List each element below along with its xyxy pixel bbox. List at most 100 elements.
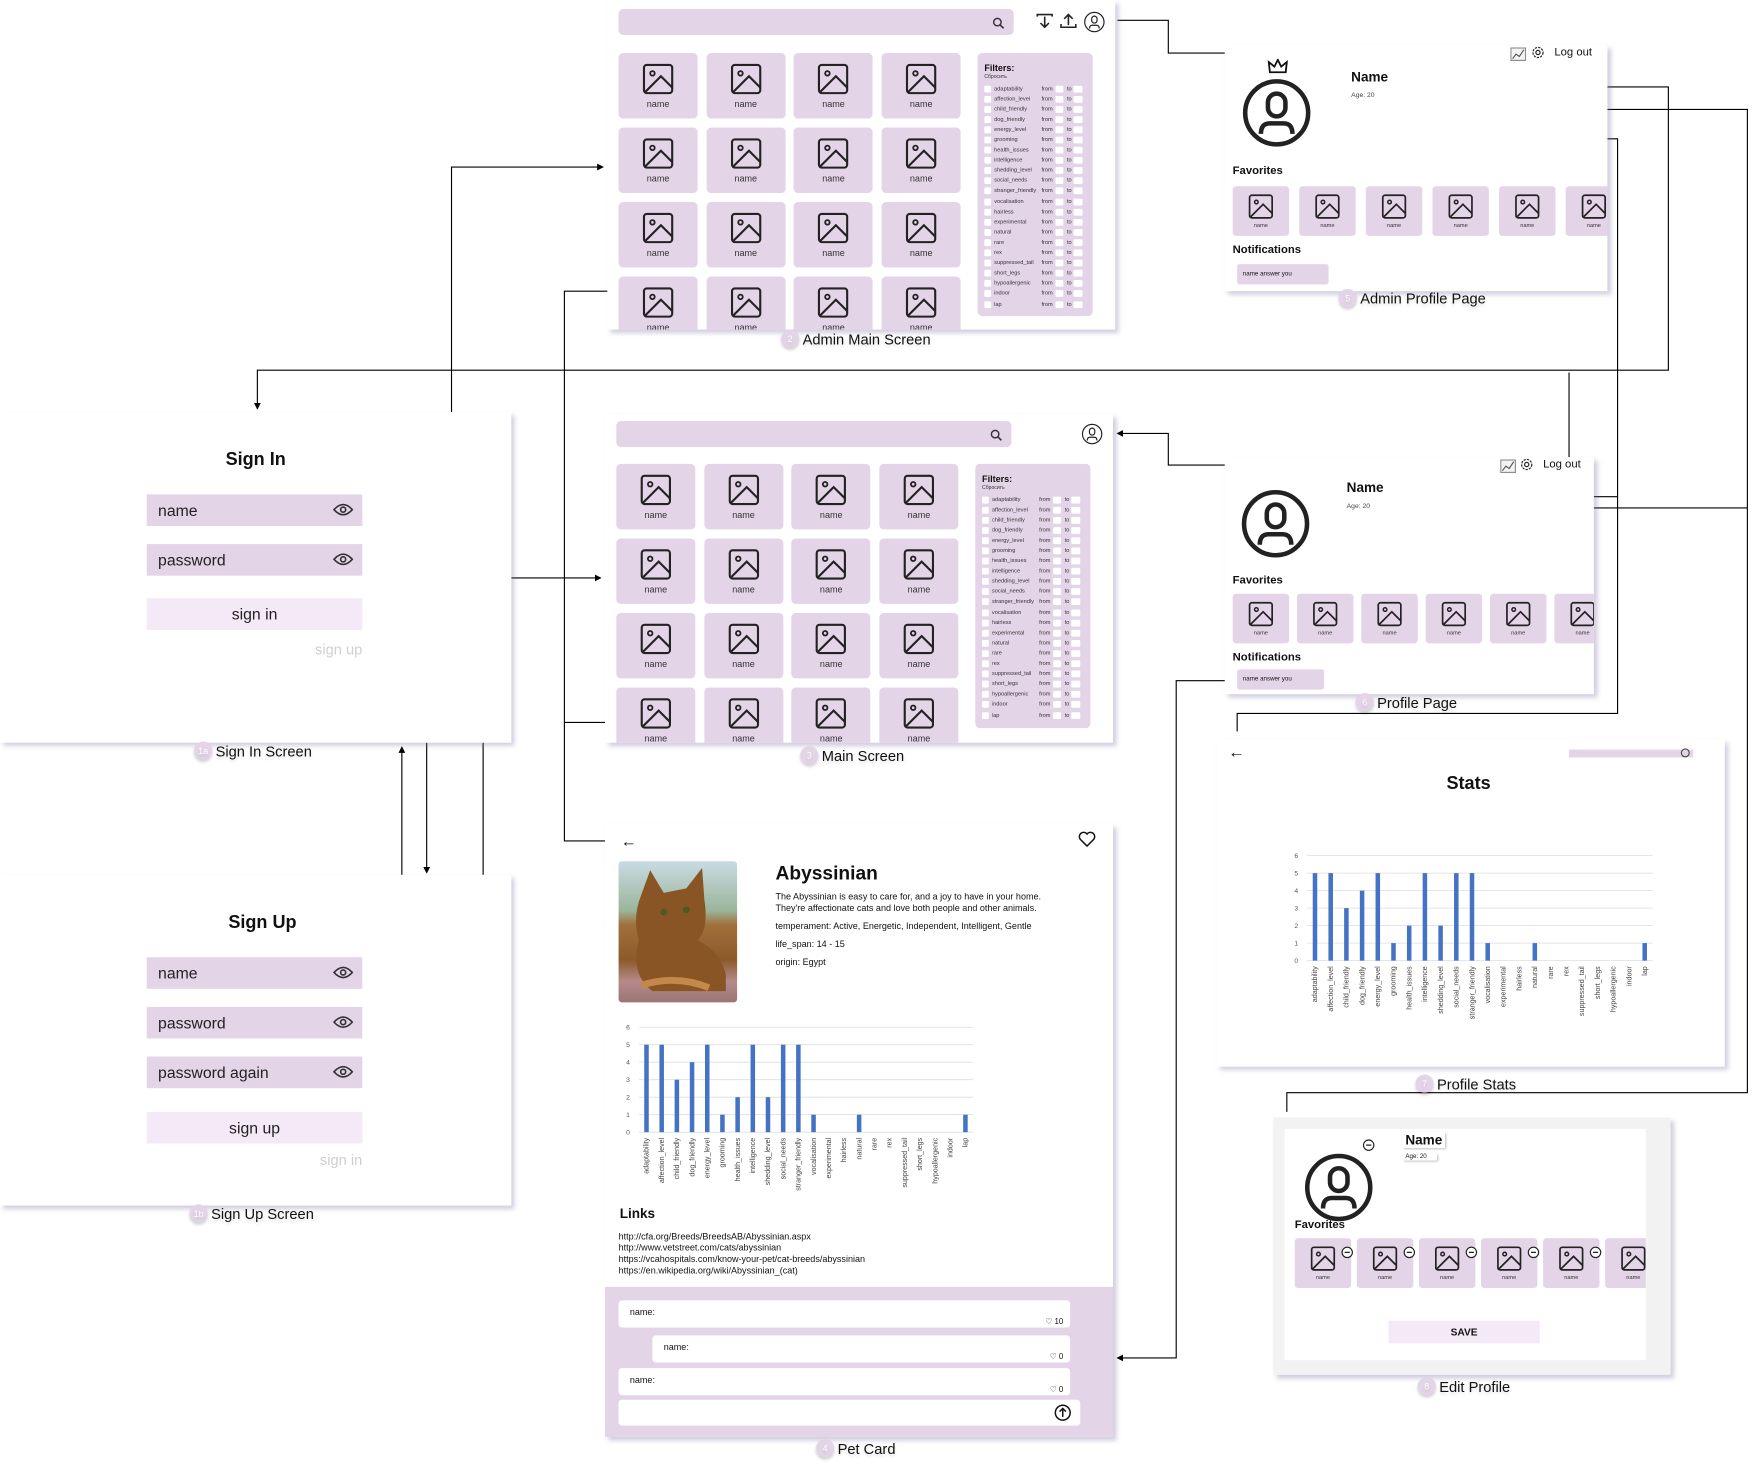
favorite-tile[interactable]: name [1432, 186, 1489, 236]
to-input[interactable] [1073, 85, 1083, 93]
pet-tile[interactable]: name [881, 276, 961, 330]
remove-favorite-icon[interactable] [1341, 1239, 1353, 1260]
eye-icon[interactable] [332, 1064, 354, 1082]
gear-icon[interactable] [1519, 457, 1534, 477]
to-input[interactable] [1073, 290, 1083, 298]
like-count[interactable]: ♡ 10 [1045, 1317, 1063, 1326]
pet-tile[interactable]: name [616, 687, 696, 743]
to-input[interactable] [1073, 136, 1083, 144]
filter-checkbox[interactable] [984, 85, 991, 93]
pet-tile[interactable]: name [618, 53, 698, 119]
to-input[interactable] [1071, 588, 1081, 596]
external-link[interactable]: http://cfa.org/Breeds/BreedsAB/Abyssinia… [619, 1232, 865, 1243]
to-input[interactable] [1073, 126, 1083, 134]
favorite-tile[interactable]: name [1365, 186, 1423, 236]
to-input[interactable] [1073, 187, 1083, 195]
remove-favorite-icon[interactable] [1403, 1239, 1416, 1260]
from-input[interactable] [1052, 701, 1062, 709]
to-input[interactable] [1073, 105, 1083, 113]
from-input[interactable] [1052, 547, 1062, 555]
to-input[interactable] [1071, 619, 1081, 627]
to-input[interactable] [1073, 270, 1083, 277]
notification-item[interactable]: name answer you [1237, 669, 1325, 690]
to-input[interactable] [1071, 711, 1081, 719]
from-input[interactable] [1052, 506, 1062, 514]
to-input[interactable] [1071, 506, 1081, 514]
eye-icon[interactable] [332, 965, 354, 983]
favorite-tile[interactable]: name [1232, 593, 1290, 644]
to-input[interactable] [1071, 680, 1081, 688]
from-input[interactable] [1054, 218, 1064, 226]
from-input[interactable] [1054, 198, 1064, 205]
to-input[interactable] [1073, 198, 1083, 205]
from-input[interactable] [1054, 136, 1064, 144]
external-link[interactable]: https://vcahospitals.com/know-your-pet/c… [619, 1254, 865, 1265]
filter-checkbox[interactable] [982, 526, 989, 534]
pet-tile[interactable]: name [616, 538, 696, 604]
favorite-tile[interactable]: name [1480, 1238, 1540, 1288]
pet-tile[interactable]: name [704, 612, 784, 679]
heart-icon[interactable] [1078, 831, 1096, 854]
comment-input[interactable] [618, 1399, 1081, 1426]
from-input[interactable] [1052, 598, 1062, 606]
pet-tile[interactable]: name [704, 463, 784, 530]
from-input[interactable] [1054, 157, 1064, 164]
pet-tile[interactable]: name [879, 612, 959, 679]
from-input[interactable] [1052, 588, 1062, 596]
filter-checkbox[interactable] [982, 516, 989, 524]
from-input[interactable] [1054, 228, 1064, 236]
filter-checkbox[interactable] [984, 187, 991, 195]
favorite-tile[interactable]: name [1299, 186, 1356, 236]
to-input[interactable] [1071, 609, 1081, 616]
from-input[interactable] [1052, 680, 1062, 688]
filter-checkbox[interactable] [982, 496, 989, 503]
to-input[interactable] [1073, 177, 1083, 185]
remove-favorite-icon[interactable] [1527, 1239, 1540, 1260]
pet-tile[interactable]: name [704, 538, 784, 604]
filter-checkbox[interactable] [984, 157, 991, 164]
filter-checkbox[interactable] [982, 711, 989, 719]
avatar[interactable] [1304, 1153, 1374, 1229]
to-input[interactable] [1073, 280, 1083, 288]
to-input[interactable] [1071, 547, 1081, 555]
eye-icon[interactable] [332, 502, 354, 520]
to-input[interactable] [1073, 228, 1083, 236]
filters-reset-link[interactable]: Сбросить [984, 73, 1086, 79]
filters-reset-link[interactable]: Сбросить [982, 484, 1084, 490]
filter-checkbox[interactable] [984, 228, 991, 236]
sign-in-link[interactable]: sign in [320, 1151, 362, 1168]
back-arrow-icon[interactable]: ← [621, 832, 637, 850]
pet-tile[interactable]: name [791, 463, 871, 530]
filter-checkbox[interactable] [984, 198, 991, 205]
to-input[interactable] [1073, 116, 1083, 123]
remove-avatar-icon[interactable] [1362, 1137, 1375, 1157]
from-input[interactable] [1052, 650, 1062, 657]
from-input[interactable] [1052, 691, 1062, 698]
profile-icon[interactable] [1081, 423, 1103, 450]
to-input[interactable] [1071, 660, 1081, 668]
from-input[interactable] [1052, 568, 1062, 575]
pet-tile[interactable]: name [618, 202, 698, 268]
from-input[interactable] [1052, 639, 1062, 647]
like-count[interactable]: ♡ 0 [1050, 1352, 1064, 1361]
pet-tile[interactable]: name [793, 127, 874, 194]
filter-checkbox[interactable] [984, 126, 991, 134]
filter-checkbox[interactable] [982, 557, 989, 565]
filter-checkbox[interactable] [982, 691, 989, 698]
to-input[interactable] [1071, 598, 1081, 606]
from-input[interactable] [1054, 270, 1064, 277]
to-input[interactable] [1071, 691, 1081, 698]
pet-tile[interactable]: name [706, 202, 786, 268]
filter-checkbox[interactable] [982, 609, 989, 616]
pet-tile[interactable]: name [793, 276, 874, 330]
from-input[interactable] [1052, 557, 1062, 565]
search-icon[interactable] [990, 427, 1002, 447]
from-input[interactable] [1054, 208, 1064, 216]
pet-tile[interactable]: name [879, 538, 959, 604]
pet-tile[interactable]: name [616, 463, 696, 530]
remove-favorite-icon[interactable] [1465, 1239, 1478, 1260]
search-input[interactable] [616, 421, 1012, 448]
pet-tile[interactable]: name [793, 202, 874, 268]
eye-icon[interactable] [332, 552, 354, 570]
to-input[interactable] [1073, 208, 1083, 216]
